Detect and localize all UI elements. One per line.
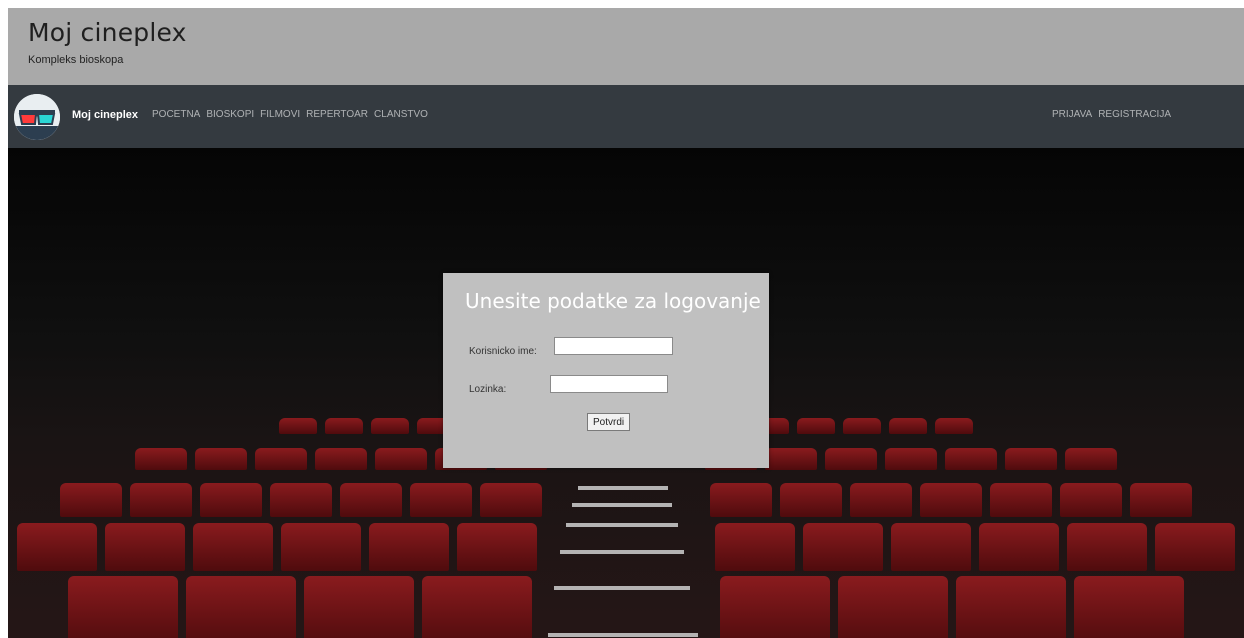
username-label: Korisnicko ime: [469, 346, 537, 357]
site-subtitle: Kompleks bioskopa [28, 54, 124, 66]
nav-link-prijava[interactable]: PRIJAVA [1052, 109, 1092, 120]
navbar-brand[interactable]: Moj cineplex [72, 109, 138, 121]
username-input[interactable] [554, 337, 673, 355]
aisle-stairs [548, 448, 698, 638]
nav-account-links: PRIJAVA REGISTRACIJA [1052, 109, 1171, 120]
site-title: Moj cineplex [28, 18, 187, 47]
nav-link-clanstvo[interactable]: CLANSTVO [374, 109, 428, 120]
password-label: Lozinka: [469, 384, 507, 395]
login-title: Unesite podatke za logovanje [465, 289, 761, 313]
site-header: Moj cineplex Kompleks bioskopa [8, 8, 1244, 85]
nav-link-registracija[interactable]: REGISTRACIJA [1098, 109, 1171, 120]
nav-link-bioskopi[interactable]: BIOSKOPI [206, 109, 254, 120]
3d-glasses-icon[interactable] [14, 94, 60, 140]
nav-link-filmovi[interactable]: FILMOVI [260, 109, 300, 120]
submit-button[interactable]: Potvrdi [587, 413, 631, 431]
navbar: Moj cineplex POCETNA BIOSKOPI FILMOVI RE… [8, 85, 1244, 148]
page-frame: Moj cineplex Kompleks bioskopa Moj cinep… [8, 8, 1244, 638]
password-input[interactable] [550, 375, 668, 393]
nav-main-links: POCETNA BIOSKOPI FILMOVI REPERTOAR CLANS… [152, 109, 428, 120]
nav-link-pocetna[interactable]: POCETNA [152, 109, 200, 120]
login-form: Unesite podatke za logovanje Korisnicko … [443, 273, 769, 468]
nav-link-repertoar[interactable]: REPERTOAR [306, 109, 368, 120]
